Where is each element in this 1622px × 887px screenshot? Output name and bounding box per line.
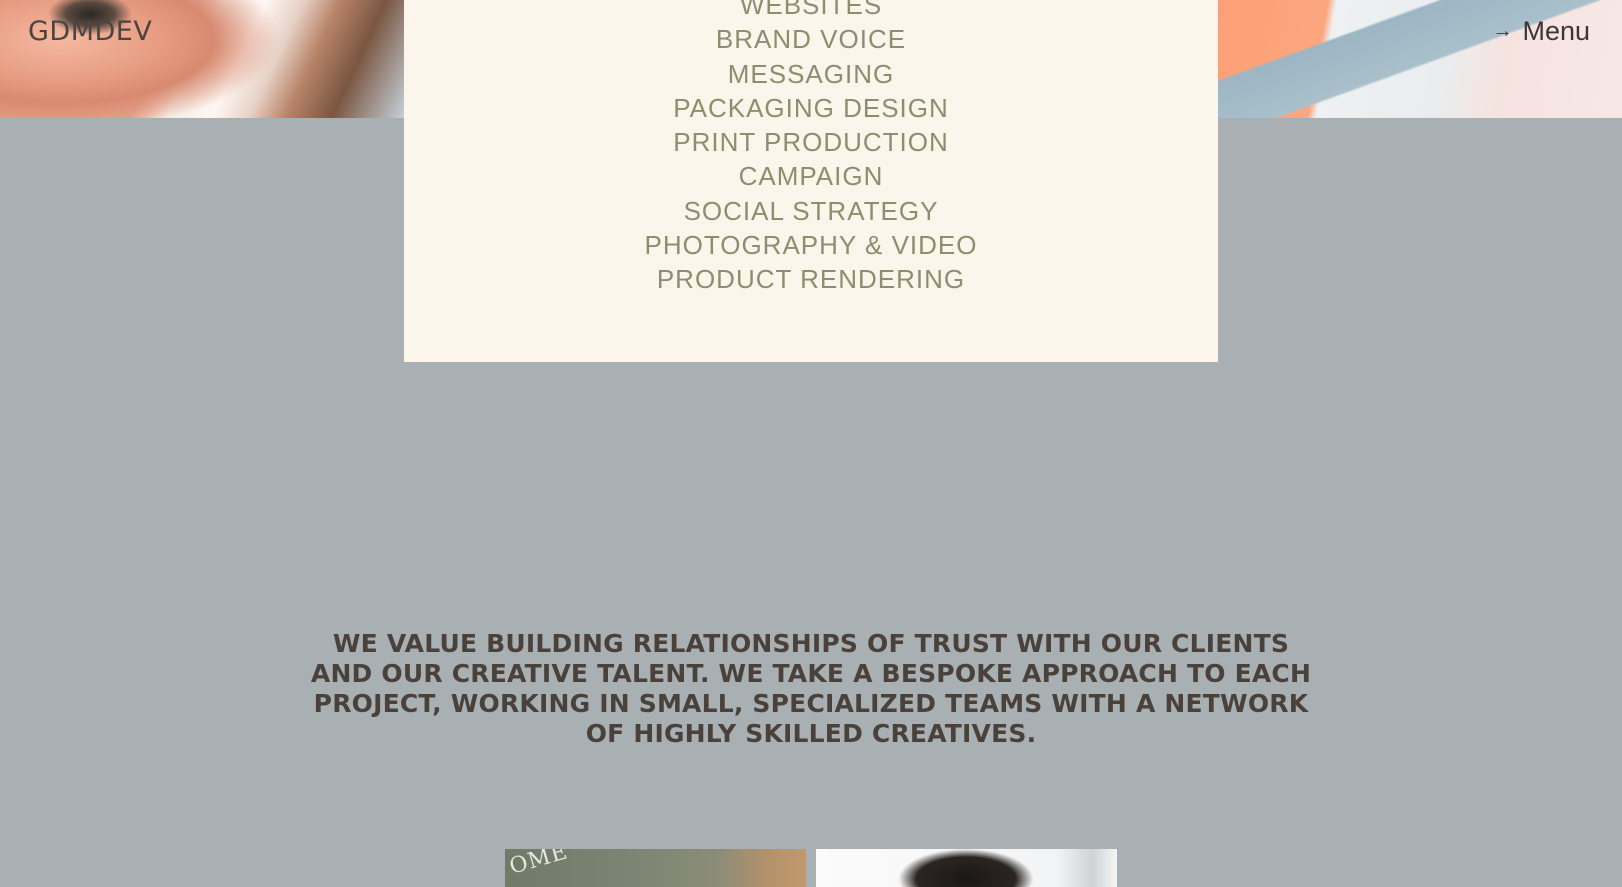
arrow-right-icon: → <box>1492 20 1513 42</box>
gallery-thumbnail[interactable]: OME <box>505 849 806 887</box>
thumbnail-caption: OME <box>506 849 571 880</box>
service-item-messaging[interactable]: MESSAGING <box>404 57 1218 91</box>
service-item-social-strategy[interactable]: SOCIAL STRATEGY <box>404 194 1218 228</box>
service-item-product-rendering[interactable]: PRODUCT RENDERING <box>404 262 1218 296</box>
values-statement: WE VALUE BUILDING RELATIONSHIPS OF TRUST… <box>310 629 1312 748</box>
service-item-packaging-design[interactable]: PACKAGING DESIGN <box>404 91 1218 125</box>
site-logo[interactable]: GDMDEV <box>28 16 152 47</box>
services-list: WEBSITES BRAND VOICE MESSAGING PACKAGING… <box>404 0 1218 297</box>
service-item-print-production[interactable]: PRINT PRODUCTION <box>404 125 1218 159</box>
service-item-websites[interactable]: WEBSITES <box>404 0 1218 22</box>
menu-label: Menu <box>1522 16 1590 46</box>
services-panel: WEBSITES BRAND VOICE MESSAGING PACKAGING… <box>404 0 1218 362</box>
service-item-campaign[interactable]: CAMPAIGN <box>404 159 1218 193</box>
gallery-thumbnail[interactable] <box>816 849 1117 887</box>
menu-button[interactable]: → Menu <box>1492 16 1590 47</box>
service-item-photography-video[interactable]: PHOTOGRAPHY & VIDEO <box>404 228 1218 262</box>
service-item-brand-voice[interactable]: BRAND VOICE <box>404 22 1218 56</box>
